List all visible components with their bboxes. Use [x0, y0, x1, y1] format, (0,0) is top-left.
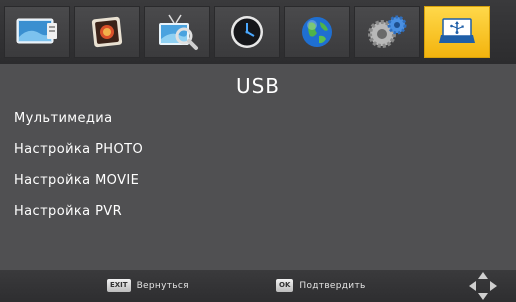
photo-icon [91, 16, 123, 48]
gears-settings-icon [368, 15, 407, 48]
menu-item-multimedia[interactable]: Мультимедиа [14, 108, 143, 139]
globe-icon [302, 17, 332, 47]
usb-icon [439, 18, 475, 43]
menu-item-movie-settings[interactable]: Настройка MOVIE [14, 170, 143, 201]
tab-list [4, 6, 490, 58]
ok-hint[interactable]: OK Подтвердить [276, 279, 366, 292]
usb-menu: Мультимедиа Настройка PHOTO Настройка MO… [14, 108, 143, 232]
tab-system[interactable] [354, 6, 420, 58]
ok-hint-label: Подтвердить [299, 280, 366, 291]
tab-channel-search[interactable] [144, 6, 210, 58]
tab-language[interactable] [284, 6, 350, 58]
clock-icon [231, 16, 263, 48]
tab-usb[interactable] [424, 6, 490, 58]
page-title: USB [235, 74, 281, 98]
tv-picture-icon [16, 18, 57, 44]
ok-key-badge: OK [276, 279, 294, 292]
exit-hint[interactable]: EXIT Вернуться [107, 279, 189, 292]
menu-item-pvr-settings[interactable]: Настройка PVR [14, 201, 143, 232]
top-tab-bar [0, 0, 516, 64]
tab-photo[interactable] [74, 6, 140, 58]
navigation-arrows-icon [469, 272, 497, 300]
menu-item-photo-settings[interactable]: Настройка PHOTO [14, 139, 143, 170]
exit-hint-label: Вернуться [136, 280, 189, 291]
tab-picture[interactable] [4, 6, 70, 58]
footer-bar [0, 270, 516, 302]
channel-search-icon [159, 14, 198, 50]
tab-time[interactable] [214, 6, 280, 58]
exit-key-badge: EXIT [107, 279, 131, 292]
